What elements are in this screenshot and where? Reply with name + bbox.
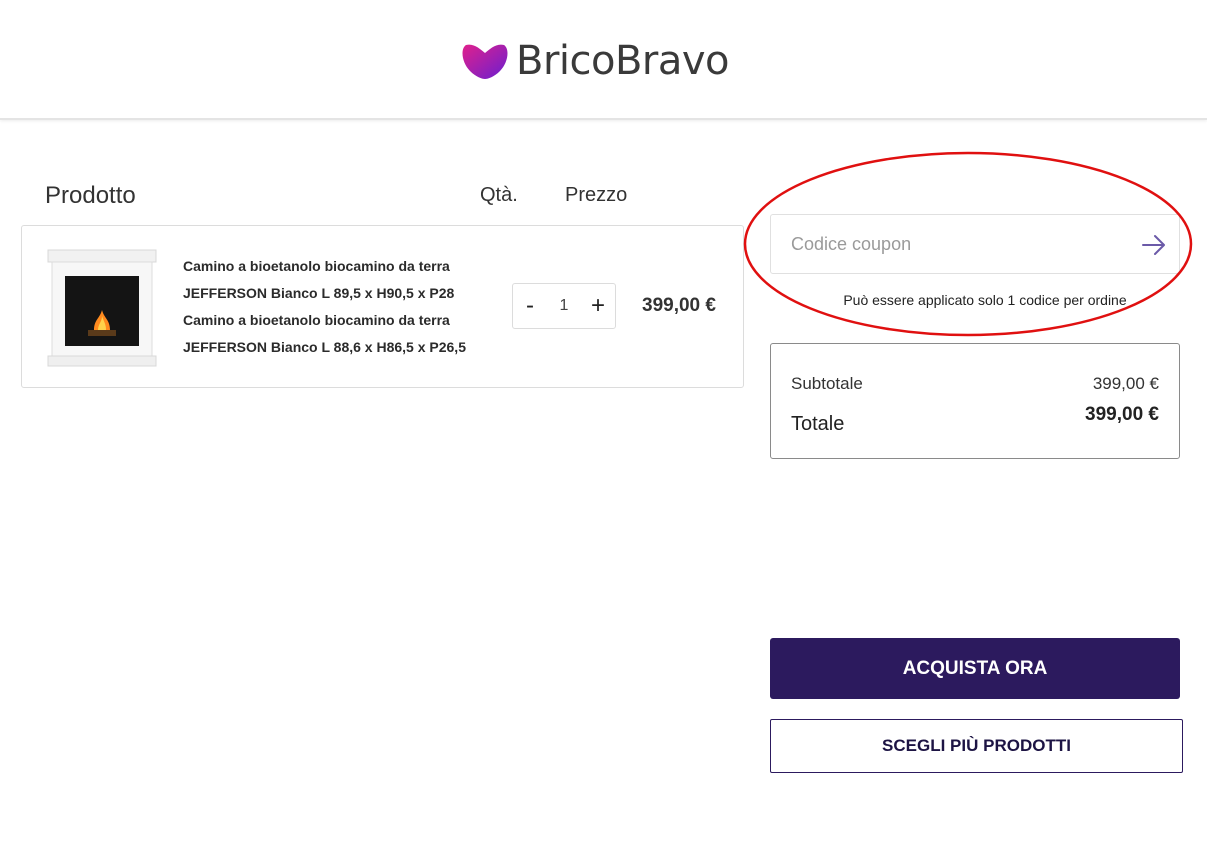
total-value: 399,00 € — [1085, 404, 1159, 425]
product-name-line: JEFFERSON Bianco L 89,5 x H90,5 x P28 — [183, 285, 455, 301]
coupon-input[interactable] — [771, 215, 1131, 273]
order-summary: Subtotale 399,00 € Totale 399,00 € — [770, 343, 1180, 459]
choose-more-products-button[interactable]: SCEGLI PIÙ PRODOTTI — [770, 719, 1183, 773]
product-name-line: Camino a bioetanolo biocamino da terra — [183, 258, 450, 274]
product-name-line: Camino a bioetanolo biocamino da terra — [183, 312, 450, 328]
fireplace-product-image[interactable] — [42, 246, 162, 371]
subtotal-row: Subtotale 399,00 € — [791, 374, 1159, 394]
buy-now-button[interactable]: ACQUISTA ORA — [770, 638, 1180, 699]
heart-logo-icon — [462, 44, 508, 79]
qty-value[interactable]: 1 — [560, 297, 569, 315]
bricobravo-logo[interactable]: BricoBravo — [460, 36, 730, 86]
total-label: Totale — [791, 413, 845, 435]
subtotal-label: Subtotale — [791, 374, 863, 393]
subtotal-value: 399,00 € — [1092, 374, 1159, 393]
qty-plus-button[interactable]: + — [589, 294, 607, 318]
qty-minus-button[interactable]: - — [521, 294, 539, 318]
column-header-qty: Qtà. — [480, 184, 518, 206]
cart-item: Camino a bioetanolo biocamino da terra J… — [21, 225, 744, 388]
total-row: Totale 399,00 € — [791, 404, 1159, 436]
column-header-product: Prodotto — [45, 182, 136, 209]
coupon-note: Può essere applicato solo 1 codice per o… — [843, 292, 1127, 308]
coupon-field — [770, 214, 1180, 274]
item-price: 399,00 € — [642, 295, 716, 316]
site-header: BricoBravo — [0, 0, 1207, 120]
product-name[interactable]: Camino a bioetanolo biocamino da terra J… — [183, 253, 493, 361]
arrow-right-icon[interactable] — [1141, 233, 1167, 257]
logo-text: BricoBravo — [516, 38, 730, 84]
product-name-line: JEFFERSON Bianco L 88,6 x H86,5 x P26,5 — [183, 339, 466, 355]
column-header-price: Prezzo — [565, 184, 628, 206]
quantity-stepper: - 1 + — [512, 283, 616, 329]
